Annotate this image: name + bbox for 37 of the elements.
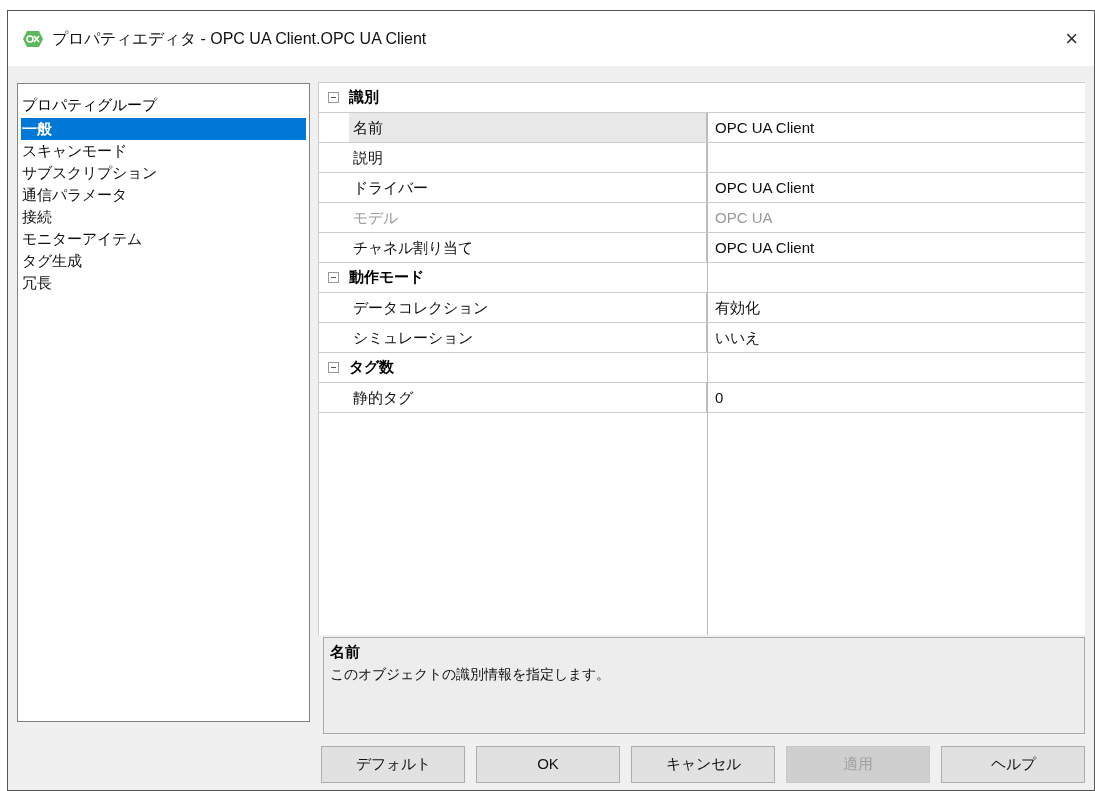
property-name[interactable]: 名前 — [349, 113, 707, 142]
collapse-icon[interactable] — [328, 362, 339, 373]
property-value[interactable]: OPC UA Client — [707, 233, 815, 262]
window-title: プロパティエディタ - OPC UA Client.OPC UA Client — [52, 28, 428, 49]
dialog-button[interactable]: キャンセル — [631, 746, 775, 783]
property-value[interactable]: いいえ — [707, 323, 760, 352]
list-item[interactable]: 接続 — [21, 206, 306, 228]
group-heading: 識別 — [349, 87, 379, 108]
property-name[interactable]: 説明 — [349, 143, 707, 172]
close-button[interactable]: × — [1057, 27, 1086, 50]
collapse-icon[interactable] — [328, 92, 339, 103]
property-value[interactable]: 有効化 — [707, 293, 760, 322]
list-item[interactable]: 冗長 — [21, 272, 306, 294]
list-item[interactable]: スキャンモード — [21, 140, 306, 162]
list-item[interactable]: 通信パラメータ — [21, 184, 306, 206]
dialog-button[interactable]: OK — [476, 746, 620, 783]
collapse-icon[interactable] — [328, 272, 339, 283]
property-name[interactable]: ドライバー — [349, 173, 707, 202]
property-name[interactable]: シミュレーション — [349, 323, 707, 352]
group-heading: 動作モード — [349, 267, 424, 288]
list-item[interactable]: サブスクリプション — [21, 162, 306, 184]
dialog-button[interactable]: デフォルト — [321, 746, 465, 783]
description-title: 名前 — [330, 642, 361, 662]
group-heading: タグ数 — [349, 357, 394, 378]
app-logo-icon — [22, 29, 44, 48]
list-item[interactable]: タグ生成 — [21, 250, 306, 272]
property-name[interactable]: 静的タグ — [349, 383, 707, 412]
list-item[interactable]: モニターアイテム — [21, 228, 306, 250]
property-value[interactable]: OPC UA Client — [707, 173, 815, 202]
property-value[interactable]: OPC UA Client — [707, 113, 815, 142]
dialog-button[interactable]: ヘルプ — [941, 746, 1085, 783]
description-text: このオブジェクトの識別情報を指定します。 — [330, 664, 611, 684]
property-name[interactable]: チャネル割り当て — [349, 233, 707, 262]
property-value[interactable]: 0 — [707, 383, 724, 412]
list-heading: プロパティグループ — [21, 95, 159, 115]
list-item[interactable]: 一般 — [21, 118, 306, 140]
property-name[interactable]: データコレクション — [349, 293, 707, 322]
